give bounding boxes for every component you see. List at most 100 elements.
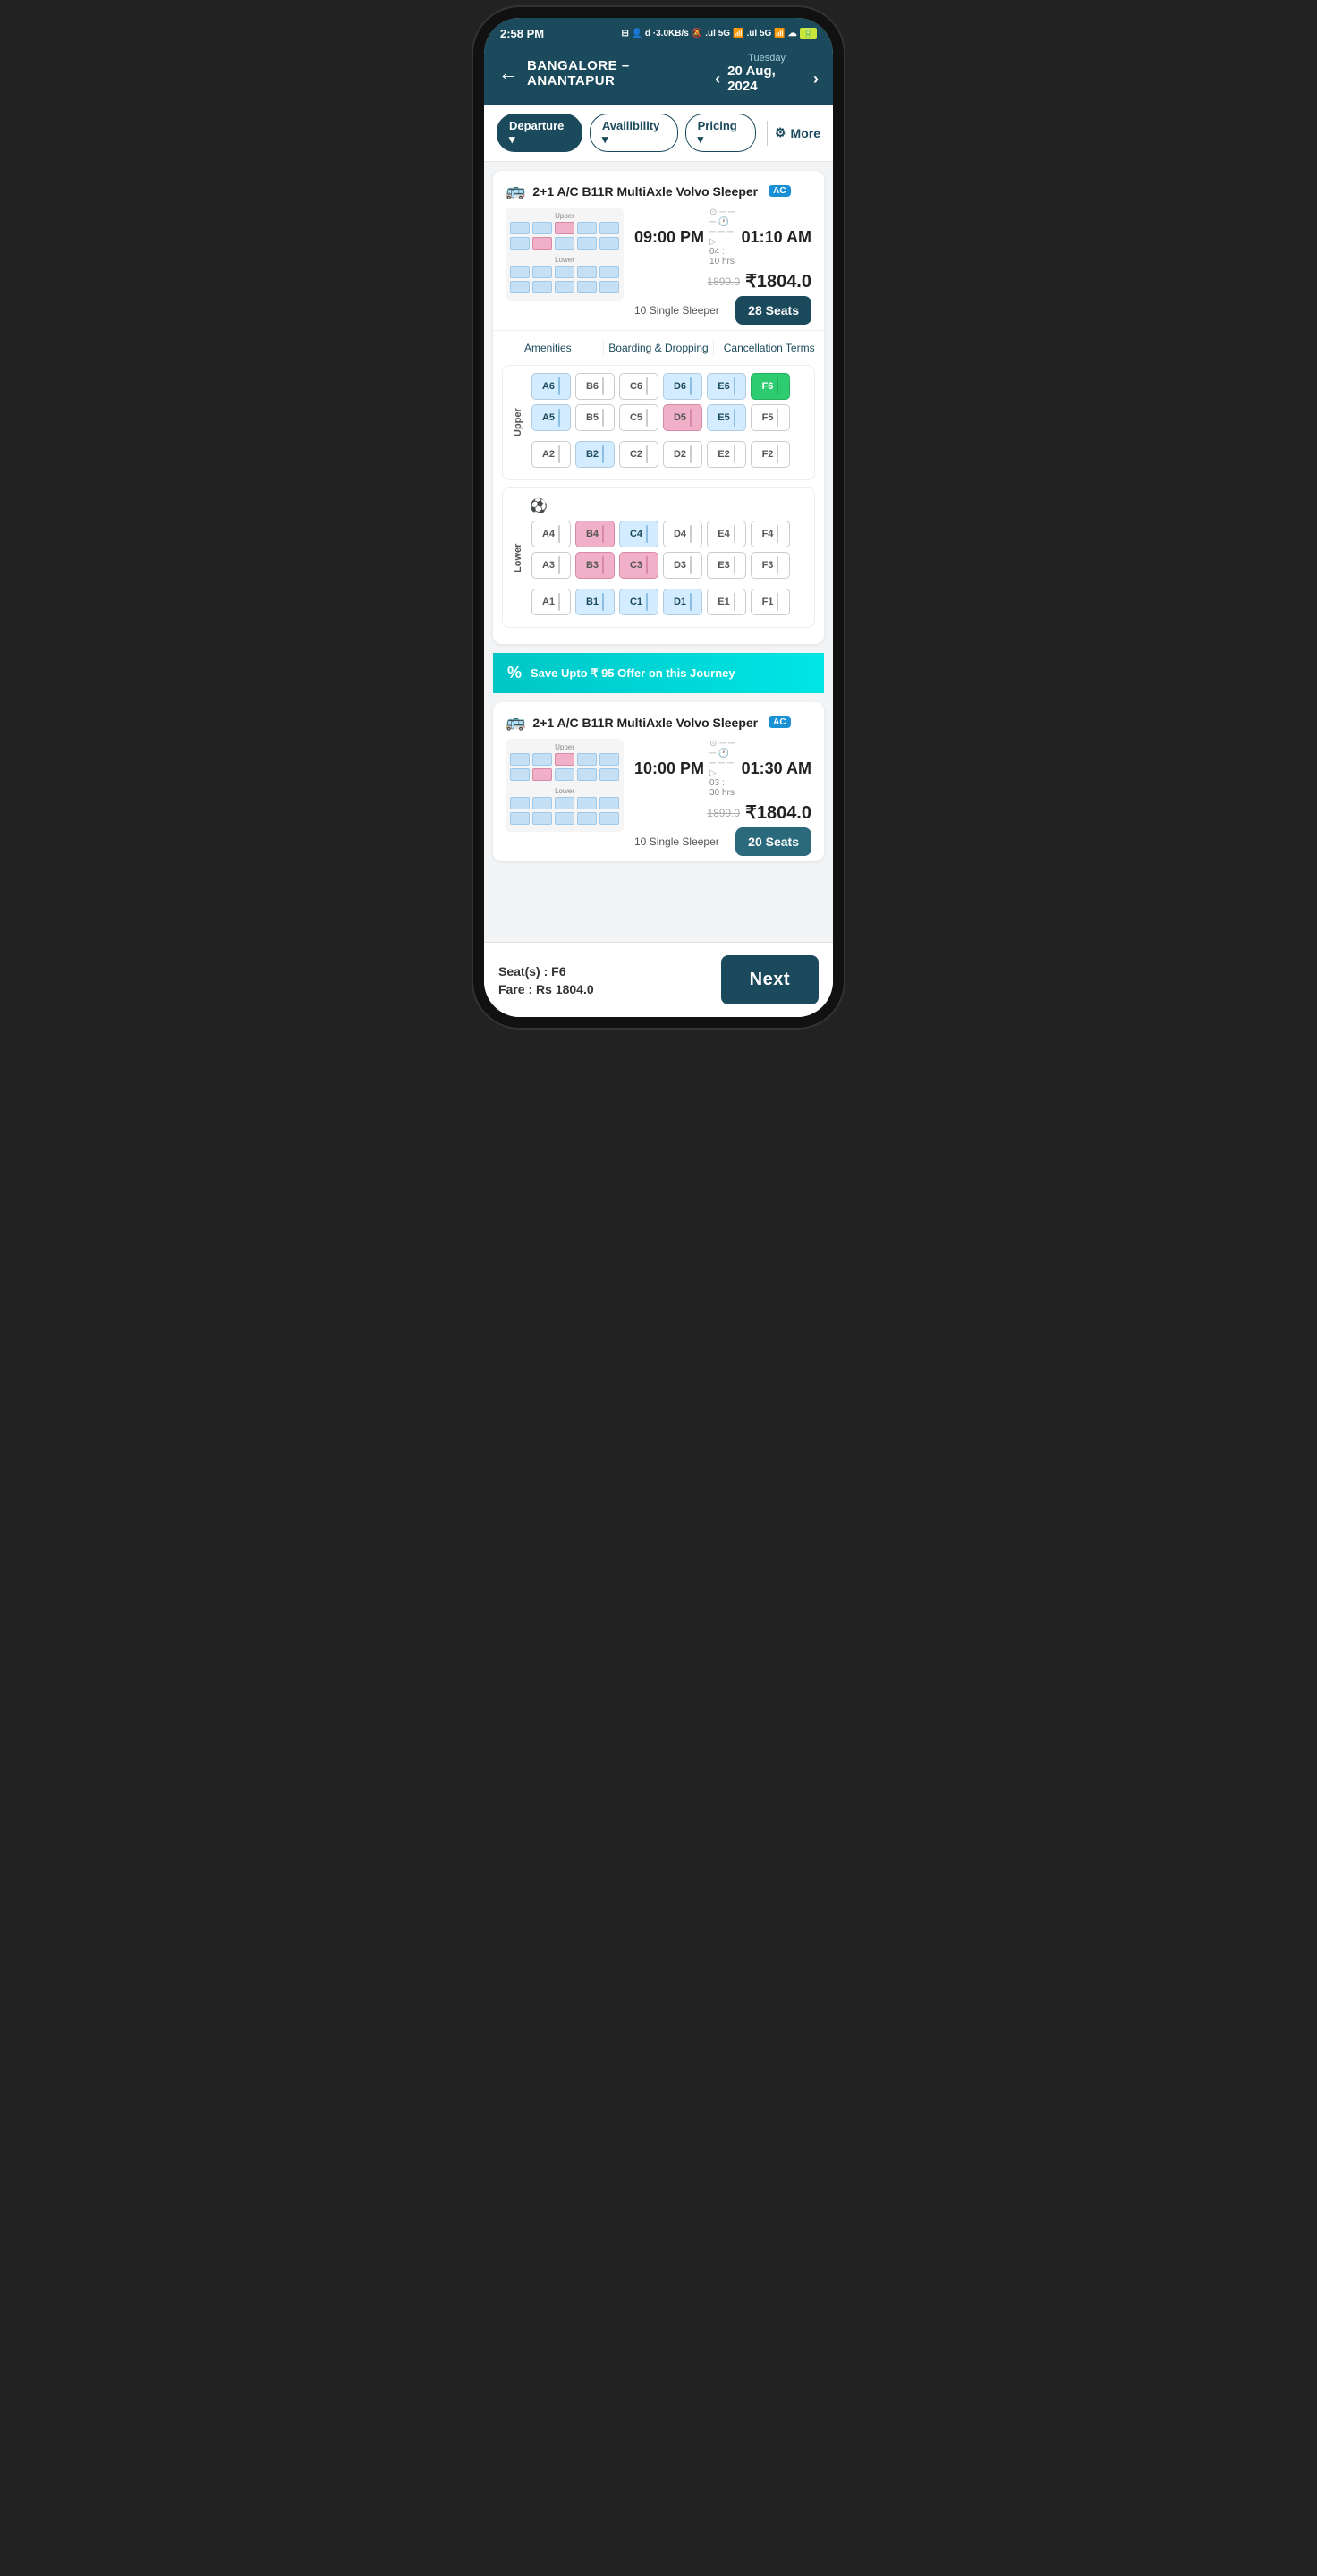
seat-B5[interactable]: B5	[575, 404, 615, 431]
lower-seat-grid: A4 B4 C4 D4 E4 F4 A3 B3 C3	[531, 521, 807, 620]
seat-E2[interactable]: E2	[707, 441, 746, 468]
seat-E5[interactable]: E5	[707, 404, 746, 431]
bottom-fare-value: Rs 1804.0	[536, 982, 594, 996]
bus-card-1: 🚌 2+1 A/C B11R MultiAxle Volvo Sleeper A…	[493, 171, 824, 644]
next-button[interactable]: Next	[721, 955, 819, 1004]
seat-D4[interactable]: D4	[663, 521, 702, 547]
lower-section: ⚽ Lower A4 B4 C4 D4 E4 F4	[502, 487, 815, 628]
bottom-info: Seat(s) : F6 Fare : Rs 1804.0	[498, 964, 594, 996]
offer-banner: % Save Upto ₹ 95 Offer on this Journey	[493, 653, 824, 693]
seat-C2[interactable]: C2	[619, 441, 658, 468]
bottom-fare-info: Fare : Rs 1804.0	[498, 982, 594, 996]
seat-A4[interactable]: A4	[531, 521, 571, 547]
ac-badge-1: AC	[769, 185, 790, 197]
seat-B1[interactable]: B1	[575, 589, 615, 615]
seat-F2[interactable]: F2	[751, 441, 790, 468]
bus-icon: 🚌	[506, 182, 525, 200]
boarding-tab[interactable]: Boarding & Dropping	[604, 340, 715, 356]
cancellation-tab[interactable]: Cancellation Terms	[714, 340, 824, 356]
seat-B4-ladies[interactable]: B4	[575, 521, 615, 547]
seat-D2[interactable]: D2	[663, 441, 702, 468]
offer-text: Save Upto ₹ 95 Offer on this Journey	[531, 666, 735, 681]
bottom-seat-value: F6	[551, 964, 565, 979]
seat-F4[interactable]: F4	[751, 521, 790, 547]
seat-A6[interactable]: A6	[531, 373, 571, 400]
more-button[interactable]: ⚙ More	[775, 125, 820, 140]
seat-B6[interactable]: B6	[575, 373, 615, 400]
seat-F3[interactable]: F3	[751, 552, 790, 579]
seats-button-1[interactable]: 28 Seats	[735, 296, 811, 325]
seat-C5[interactable]: C5	[619, 404, 658, 431]
seat-E1[interactable]: E1	[707, 589, 746, 615]
lower-label: Lower	[510, 496, 526, 620]
bottom-seat-info: Seat(s) : F6	[498, 964, 594, 979]
bus-card-2: 🚌 2+1 A/C B11R MultiAxle Volvo Sleeper A…	[493, 702, 824, 861]
mini-seat-layout: Upper Lower	[506, 208, 624, 301]
bus-card-1-header: 🚌 2+1 A/C B11R MultiAxle Volvo Sleeper A…	[493, 171, 824, 208]
filter-bar: Departure ▾ Availibility ▾ Pricing ▾ ⚙ M…	[484, 105, 833, 162]
seat-F6-selected[interactable]: F6	[751, 373, 790, 400]
seat-D3[interactable]: D3	[663, 552, 702, 579]
duration-1: 04 : 10 hrs	[709, 247, 736, 267]
arrive-time-2: 01:30 AM	[742, 759, 811, 778]
seat-A3[interactable]: A3	[531, 552, 571, 579]
single-sleeper-label-1: Single Sleeper	[650, 304, 719, 317]
amenities-tab[interactable]: Amenities	[493, 340, 604, 356]
bottom-bar: Seat(s) : F6 Fare : Rs 1804.0 Next	[484, 942, 833, 1017]
seat-F1[interactable]: F1	[751, 589, 790, 615]
content-area: 🚌 2+1 A/C B11R MultiAxle Volvo Sleeper A…	[484, 162, 833, 942]
seat-A5[interactable]: A5	[531, 404, 571, 431]
upper-label: Upper	[510, 373, 526, 472]
offer-icon: %	[507, 664, 522, 682]
seat-A1[interactable]: A1	[531, 589, 571, 615]
prev-date-button[interactable]: ‹	[715, 70, 720, 89]
bus-card-2-header: 🚌 2+1 A/C B11R MultiAxle Volvo Sleeper A…	[493, 702, 824, 739]
seat-C3-ladies[interactable]: C3	[619, 552, 658, 579]
soccer-icon: ⚽	[530, 497, 548, 515]
original-price-1: 1899.0	[707, 275, 740, 288]
current-date: 20 Aug, 2024	[727, 64, 806, 94]
bus-name-2: 2+1 A/C B11R MultiAxle Volvo Sleeper	[532, 716, 758, 730]
seat-D5-ladies[interactable]: D5	[663, 404, 702, 431]
ac-badge-2: AC	[769, 716, 790, 728]
seat-C1[interactable]: C1	[619, 589, 658, 615]
seat-B2[interactable]: B2	[575, 441, 615, 468]
seat-C6[interactable]: C6	[619, 373, 658, 400]
seat-E3[interactable]: E3	[707, 552, 746, 579]
duration-2: 03 : 30 hrs	[709, 778, 736, 798]
single-sleeper-label-2: Single Sleeper	[650, 835, 719, 848]
bus-icon-2: 🚌	[506, 713, 525, 732]
availability-filter[interactable]: Availibility ▾	[590, 114, 678, 152]
upper-section: Upper A6 B6 C6 D6 E6 F6	[502, 365, 815, 480]
departure-filter[interactable]: Departure ▾	[497, 114, 582, 152]
status-bar: 2:58 PM ⊟ 👤 d ·3.0KB/s 🔕 .ul 5G 📶 .ul 5G…	[484, 18, 833, 46]
upper-seat-grid: A6 B6 C6 D6 E6 F6 A5 B5 C5	[531, 373, 807, 472]
expanded-seat-section: Upper A6 B6 C6 D6 E6 F6	[493, 365, 824, 644]
pricing-filter[interactable]: Pricing ▾	[685, 114, 756, 152]
back-button[interactable]: ←	[498, 62, 518, 85]
seat-F5[interactable]: F5	[751, 404, 790, 431]
depart-time-2: 10:00 PM	[634, 759, 704, 778]
amenities-row-1: Amenities Boarding & Dropping Cancellati…	[493, 330, 824, 365]
seat-D6[interactable]: D6	[663, 373, 702, 400]
mini-seat-layout-2: Upper Lower	[506, 739, 624, 832]
original-price-2: 1899.0	[707, 807, 740, 819]
discounted-price-2: ₹1804.0	[745, 801, 811, 824]
seat-A2[interactable]: A2	[531, 441, 571, 468]
discounted-price-1: ₹1804.0	[745, 270, 811, 292]
seat-E6[interactable]: E6	[707, 373, 746, 400]
seat-D1[interactable]: D1	[663, 589, 702, 615]
arrive-time-1: 01:10 AM	[742, 228, 811, 247]
next-date-button[interactable]: ›	[813, 70, 819, 89]
single-sleeper-count-1: 10	[634, 304, 646, 317]
filter-divider	[767, 121, 768, 146]
route-title: BANGALORE – ANANTAPUR	[527, 58, 715, 89]
seats-button-2[interactable]: 20 Seats	[735, 827, 811, 856]
status-time: 2:58 PM	[500, 27, 544, 40]
single-sleeper-count-2: 10	[634, 835, 646, 848]
bus-name-1: 2+1 A/C B11R MultiAxle Volvo Sleeper	[532, 184, 758, 199]
seat-C4[interactable]: C4	[619, 521, 658, 547]
seat-E4[interactable]: E4	[707, 521, 746, 547]
depart-time-1: 09:00 PM	[634, 228, 704, 247]
seat-B3-ladies[interactable]: B3	[575, 552, 615, 579]
